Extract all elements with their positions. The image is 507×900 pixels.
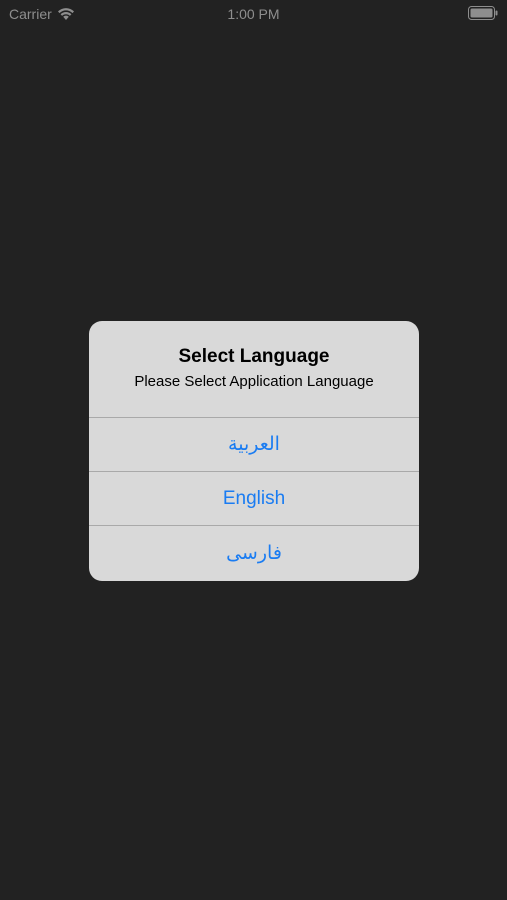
language-alert: Select Language Please Select Applicatio… [89, 321, 419, 581]
status-time: 1:00 PM [227, 6, 280, 22]
app-screen: Carrier 1:00 PM Select Language Please S… [0, 0, 507, 900]
alert-title: Select Language [178, 346, 330, 367]
status-bar: Carrier 1:00 PM [0, 0, 507, 30]
alert-header: Select Language Please Select Applicatio… [89, 321, 419, 418]
farsi-option-button[interactable]: فارسى [89, 526, 419, 581]
arabic-option-button[interactable]: العربية [89, 418, 419, 472]
english-option-button[interactable]: English [89, 472, 419, 526]
alert-message: Please Select Application Language [134, 373, 374, 390]
battery-icon [468, 6, 498, 20]
